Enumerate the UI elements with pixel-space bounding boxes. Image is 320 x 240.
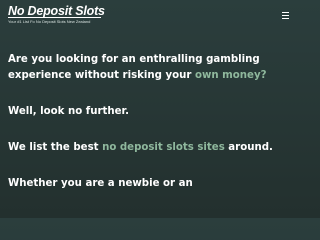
logo-tagline: Your #1 List Fo No Deposit Slots New Zea…: [8, 19, 91, 24]
logo-title: No Deposit Slots: [8, 4, 105, 18]
best-sites-paragraph: We list the best no deposit slots sites …: [8, 140, 294, 156]
own-money-link[interactable]: own money?: [195, 70, 267, 81]
site-header: No Deposit Slots Your #1 List Fo No Depo…: [0, 0, 300, 32]
menu-bar-middle: [282, 15, 289, 16]
menu-bar-bottom: [282, 18, 289, 19]
menu-bar-top: [282, 12, 289, 13]
newbie-paragraph: Whether you are a newbie or an: [8, 176, 294, 192]
look-no-further-text: Well, look no further.: [8, 106, 129, 117]
look-no-further-paragraph: Well, look no further.: [8, 104, 294, 120]
newbie-text: Whether you are a newbie or an: [8, 178, 193, 189]
hamburger-menu-icon[interactable]: [280, 10, 292, 20]
best-sites-text-before: We list the best: [8, 142, 103, 153]
best-sites-text-after: around.: [224, 142, 273, 153]
logo-underline: [8, 17, 101, 18]
intro-paragraph: Are you looking for an enthralling gambl…: [8, 52, 294, 84]
main-content: Are you looking for an enthralling gambl…: [8, 52, 294, 212]
no-deposit-slots-sites-link[interactable]: no deposit slots sites: [102, 142, 225, 153]
